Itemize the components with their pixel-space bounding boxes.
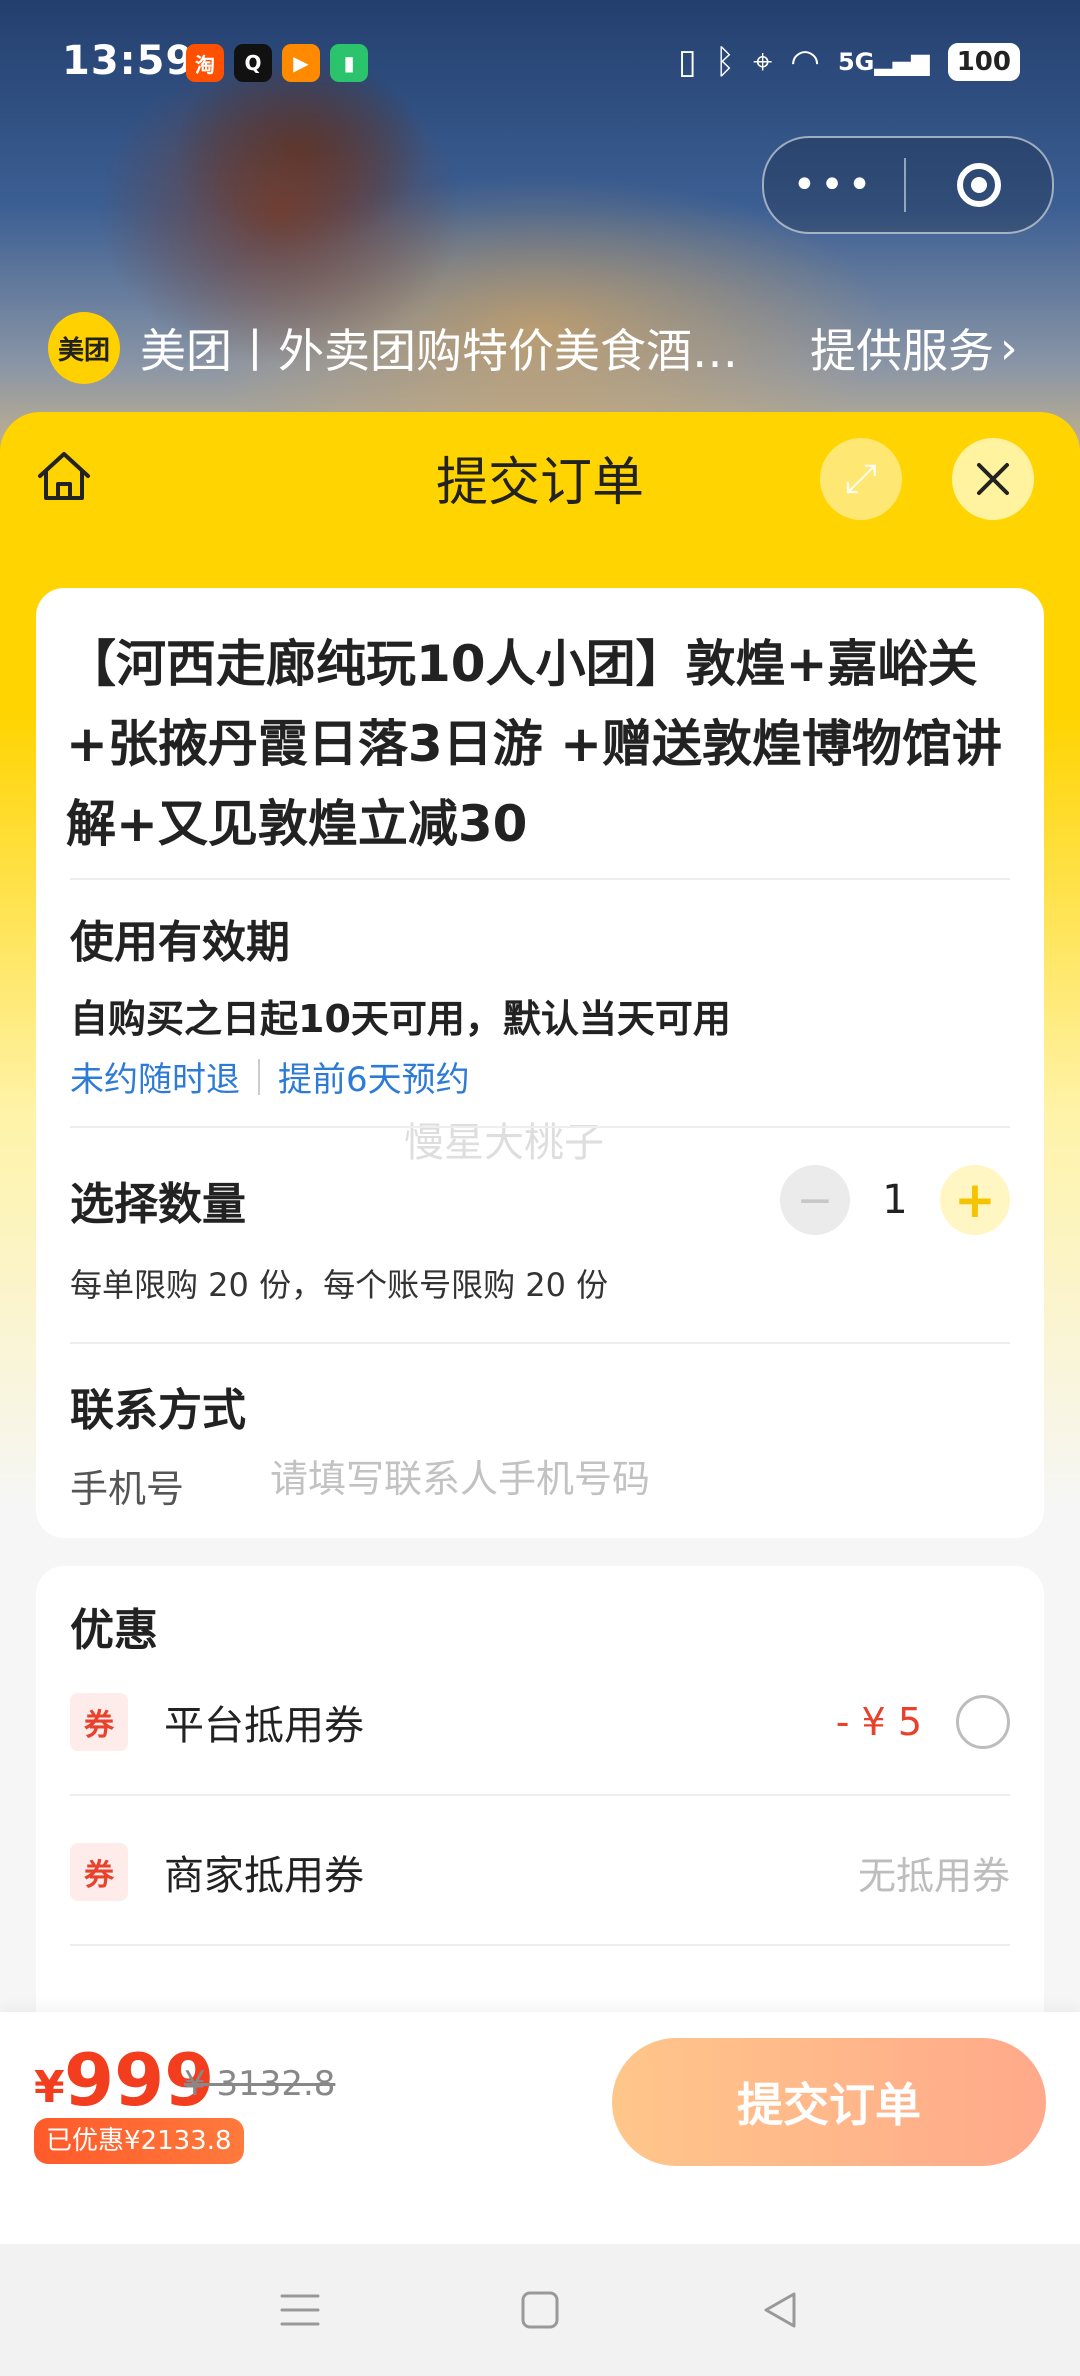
plus-button[interactable]: + — [940, 1165, 1010, 1235]
no-coupon-text: 无抵用券 — [857, 1853, 1010, 1898]
platform-coupon-row[interactable]: 券 平台抵用券 - ¥ 5 — [70, 1672, 1010, 1772]
coupon-icon: 券 — [70, 1693, 128, 1751]
quantity-title: 选择数量 — [70, 1179, 246, 1230]
tag-divider — [258, 1058, 260, 1095]
menu-icon[interactable] — [260, 2270, 340, 2350]
meituan-logo: 美团 — [48, 312, 120, 384]
phone-input[interactable] — [268, 1446, 992, 1512]
signal-icon: 5G▂▄▆ — [837, 48, 930, 76]
bluetooth-icon: ᛒ — [714, 42, 736, 82]
booking-tag[interactable]: 提前6天预约 — [278, 1052, 470, 1101]
target-close-icon[interactable] — [906, 138, 1052, 232]
square-home-icon-svg — [521, 2291, 559, 2329]
order-info-card: 【河西走廊纯玩10人小团】敦煌+嘉峪关+张掖丹霞日落3日游 +赠送敦煌博物馆讲解… — [36, 588, 1044, 1538]
target-ring — [957, 163, 1001, 207]
validity-text: 自购买之日起10天可用，默认当天可用 — [70, 997, 731, 1041]
watermark: 慢星大桃子 — [404, 1120, 604, 1166]
qq-app-icon: Q — [234, 44, 272, 82]
submit-order-button[interactable]: 提交订单 — [612, 2038, 1046, 2166]
video-app-icon: ▶ — [282, 44, 320, 82]
location-icon: ⌖ — [753, 42, 773, 82]
saved-badge[interactable]: 已优惠¥2133.8 — [34, 2118, 244, 2164]
divider — [70, 1944, 1010, 1946]
status-bar: 13:59 淘 Q ▶ ▮ ▯ ᛒ ⌖ ◠ 5G▂▄▆ 100 — [0, 0, 1080, 130]
back-triangle-icon-svg — [764, 2292, 796, 2328]
menu-icon-svg — [280, 2294, 320, 2326]
miniprogram-capsule: ••• — [762, 136, 1054, 234]
divider — [70, 1794, 1010, 1796]
system-icons: ▯ ᛒ ⌖ ◠ 5G▂▄▆ 100 — [678, 42, 1020, 82]
product-title: 【河西走廊纯玩10人小团】敦煌+嘉峪关+张掖丹霞日落3日游 +赠送敦煌博物馆讲解… — [66, 635, 1002, 853]
coupon-label: 平台抵用券 — [164, 1703, 364, 1749]
divider — [70, 1126, 1010, 1128]
more-dots-icon[interactable]: ••• — [764, 138, 904, 232]
coupon-label: 商家抵用券 — [164, 1853, 364, 1899]
phone-label: 手机号 — [70, 1467, 185, 1511]
quantity-stepper: − 1 + — [780, 1164, 1010, 1236]
quantity-value: 1 — [882, 1177, 908, 1223]
chevron-right-icon: › — [1000, 322, 1018, 374]
notification-app-icons: 淘 Q ▶ ▮ — [186, 44, 368, 82]
service-bar[interactable]: 美团 美团丨外卖团购特价美食酒店... 提供服务 › — [48, 308, 1038, 388]
purchase-limit: 每单限购 20 份，每个账号限购 20 份 — [70, 1266, 609, 1304]
service-provider-link[interactable]: 提供服务 — [810, 315, 994, 381]
service-name: 美团丨外卖团购特价美食酒店... — [140, 324, 780, 378]
status-time: 13:59 — [62, 38, 195, 84]
wifi-icon: ◠ — [790, 42, 820, 82]
currency-symbol: ¥ — [34, 2062, 65, 2113]
coupon-icon: 券 — [70, 1843, 128, 1901]
checkout-bar: ¥ 999 ¥ 3132.8 已优惠¥2133.8 提交订单 — [0, 2012, 1080, 2244]
refund-tag[interactable]: 未约随时退 — [70, 1052, 240, 1101]
system-nav-bar — [0, 2244, 1080, 2376]
network-type: 5G — [837, 48, 875, 76]
coupon-amount: - ¥ 5 — [835, 1700, 922, 1744]
close-icon-svg — [977, 463, 1009, 495]
coupon-radio[interactable] — [956, 1695, 1010, 1749]
contact-title: 联系方式 — [70, 1385, 246, 1436]
battery-icon: 100 — [947, 43, 1020, 81]
back-triangle-icon[interactable] — [740, 2270, 820, 2350]
discount-title: 优惠 — [70, 1605, 158, 1656]
merchant-coupon-row[interactable]: 券 商家抵用券 无抵用券 — [70, 1822, 1010, 1922]
vibrate-icon: ▯ — [677, 42, 697, 82]
close-icon[interactable] — [952, 438, 1034, 520]
page-title: 提交订单 — [435, 453, 644, 513]
original-price: ¥ 3132.8 — [184, 2064, 336, 2104]
divider — [70, 1342, 1010, 1344]
order-page: 13:59 淘 Q ▶ ▮ ▯ ᛒ ⌖ ◠ 5G▂▄▆ 100 ••• 美团 美团丨外… — [0, 0, 1080, 2376]
target-dot — [971, 177, 987, 193]
divider — [70, 878, 1010, 880]
panel-header: 提交订单 ⤢ — [0, 412, 1080, 552]
minus-button[interactable]: − — [780, 1165, 850, 1235]
taobao-app-icon: 淘 — [186, 44, 224, 82]
expand-icon[interactable]: ⤢ — [820, 438, 902, 520]
validity-title: 使用有效期 — [70, 917, 290, 968]
policy-tags: 未约随时退 提前6天预约 — [70, 1052, 470, 1101]
battery-app-icon: ▮ — [330, 44, 368, 82]
square-home-icon[interactable] — [500, 2270, 580, 2350]
